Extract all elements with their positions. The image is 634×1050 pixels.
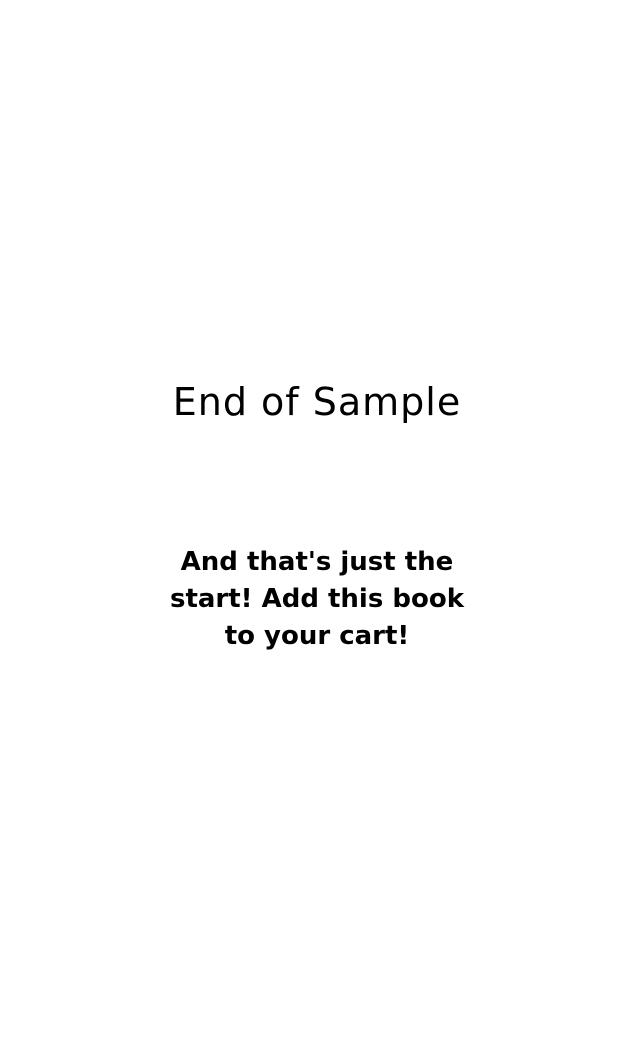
end-of-sample-title: End of Sample: [172, 380, 462, 424]
end-of-sample-page: End of Sample And that's just the start!…: [0, 0, 634, 1050]
add-to-cart-message: And that's just the start! Add this book…: [169, 547, 464, 651]
